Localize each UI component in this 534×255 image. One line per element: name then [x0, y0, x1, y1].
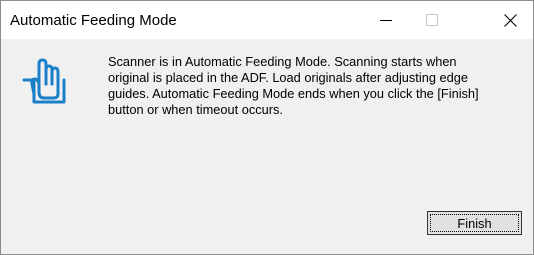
close-icon — [503, 13, 517, 27]
message-line: guides. Automatic Feeding Mode ends when… — [108, 86, 479, 101]
dialog-body: Scanner is in Automatic Feeding Mode. Sc… — [1, 39, 533, 254]
minimize-icon — [380, 20, 392, 21]
maximize-icon — [426, 14, 438, 26]
message-line: Scanner is in Automatic Feeding Mode. Sc… — [108, 54, 457, 69]
finish-button[interactable]: Finish — [427, 211, 522, 235]
minimize-button[interactable] — [363, 1, 409, 39]
close-button[interactable] — [487, 1, 533, 39]
maximize-button — [409, 1, 455, 39]
message-line: button or when timeout occurs. — [108, 102, 283, 117]
dialog-window: Automatic Feeding Mode Scanner is in Aut… — [0, 0, 534, 255]
title-bar[interactable]: Automatic Feeding Mode — [1, 1, 533, 39]
message-line: original is placed in the ADF. Load orig… — [108, 70, 468, 85]
message-text: Scanner is in Automatic Feeding Mode. Sc… — [108, 54, 528, 118]
window-title: Automatic Feeding Mode — [10, 12, 177, 29]
adf-feed-icon — [22, 58, 66, 104]
